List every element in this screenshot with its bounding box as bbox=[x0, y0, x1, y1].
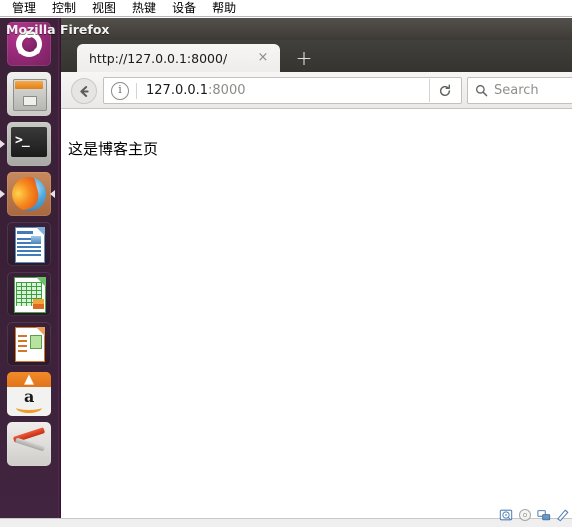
firefox-icon bbox=[12, 177, 46, 211]
tab-close-icon[interactable]: × bbox=[256, 51, 270, 65]
page-heading: 这是博客主页 bbox=[68, 140, 159, 158]
launcher-item-system-tools[interactable] bbox=[7, 422, 51, 466]
hard-disk-icon[interactable] bbox=[499, 508, 513, 522]
window-title: Mozilla Firefox bbox=[6, 21, 110, 37]
url-input[interactable]: 127.0.0.1:8000 bbox=[137, 83, 461, 98]
launcher-running-arrow-firefox bbox=[0, 190, 5, 198]
terminal-icon: >_ bbox=[11, 127, 47, 157]
launcher-running-arrow-terminal bbox=[0, 140, 5, 148]
firefox-window: Mozilla Firefox http://127.0.0.1:8000/ ×… bbox=[6, 18, 572, 518]
reload-button[interactable] bbox=[429, 79, 460, 102]
firefox-titlebar[interactable]: Mozilla Firefox bbox=[6, 18, 572, 40]
amazon-caret-icon: ▲ bbox=[24, 372, 34, 387]
network-adapter-icon[interactable] bbox=[537, 508, 551, 522]
back-arrow-icon bbox=[77, 84, 92, 99]
menu-help[interactable]: 帮助 bbox=[204, 0, 244, 16]
statusbar-icon-group bbox=[499, 508, 570, 522]
launcher-item-libreoffice-writer[interactable] bbox=[7, 222, 51, 266]
firefox-navigation-toolbar: i 127.0.0.1:8000 Search bbox=[61, 72, 572, 109]
screen: 管理 控制 视图 热键 设备 帮助 >_ ▲ a Mozilla Firefox… bbox=[0, 0, 572, 527]
optical-disc-icon[interactable] bbox=[518, 508, 532, 522]
menu-hotkeys[interactable]: 热键 bbox=[124, 0, 164, 16]
launcher-item-firefox[interactable] bbox=[7, 172, 51, 216]
firefox-tabstrip: http://127.0.0.1:8000/ × + bbox=[61, 40, 572, 72]
virtualbox-statusbar bbox=[0, 508, 572, 527]
unity-launcher: >_ ▲ a bbox=[0, 18, 58, 518]
launcher-item-libreoffice-impress[interactable] bbox=[7, 322, 51, 366]
menu-devices[interactable]: 设备 bbox=[164, 0, 204, 16]
launcher-item-files[interactable] bbox=[7, 72, 51, 116]
browser-tab[interactable]: http://127.0.0.1:8000/ × bbox=[77, 44, 280, 72]
back-button[interactable] bbox=[71, 78, 97, 104]
search-bar[interactable]: Search bbox=[467, 77, 572, 104]
search-icon bbox=[475, 84, 488, 97]
reload-icon bbox=[438, 84, 452, 98]
page-content: 这是博客主页 bbox=[61, 109, 572, 518]
url-port: :8000 bbox=[208, 83, 246, 98]
url-host: 127.0.0.1 bbox=[146, 83, 209, 98]
menu-manage[interactable]: 管理 bbox=[4, 0, 44, 16]
guest-screen: >_ ▲ a Mozilla Firefox http://127.0.0.1:… bbox=[0, 18, 572, 518]
launcher-focused-arrow-firefox bbox=[50, 190, 55, 198]
tab-title: http://127.0.0.1:8000/ bbox=[89, 50, 228, 66]
menu-control[interactable]: 控制 bbox=[44, 0, 84, 16]
screwdriver-icon bbox=[14, 437, 46, 452]
launcher-item-libreoffice-calc[interactable] bbox=[7, 272, 51, 316]
shared-folders-icon[interactable] bbox=[556, 508, 570, 522]
launcher-item-terminal[interactable]: >_ bbox=[7, 122, 51, 166]
menu-view[interactable]: 视图 bbox=[84, 0, 124, 16]
url-bar[interactable]: i 127.0.0.1:8000 bbox=[103, 77, 462, 104]
search-placeholder: Search bbox=[494, 83, 539, 98]
new-tab-button[interactable]: + bbox=[293, 48, 315, 70]
launcher-item-amazon[interactable]: ▲ a bbox=[7, 372, 51, 416]
site-info-icon[interactable]: i bbox=[111, 81, 129, 100]
virtualbox-menubar: 管理 控制 视图 热键 设备 帮助 bbox=[0, 0, 572, 17]
